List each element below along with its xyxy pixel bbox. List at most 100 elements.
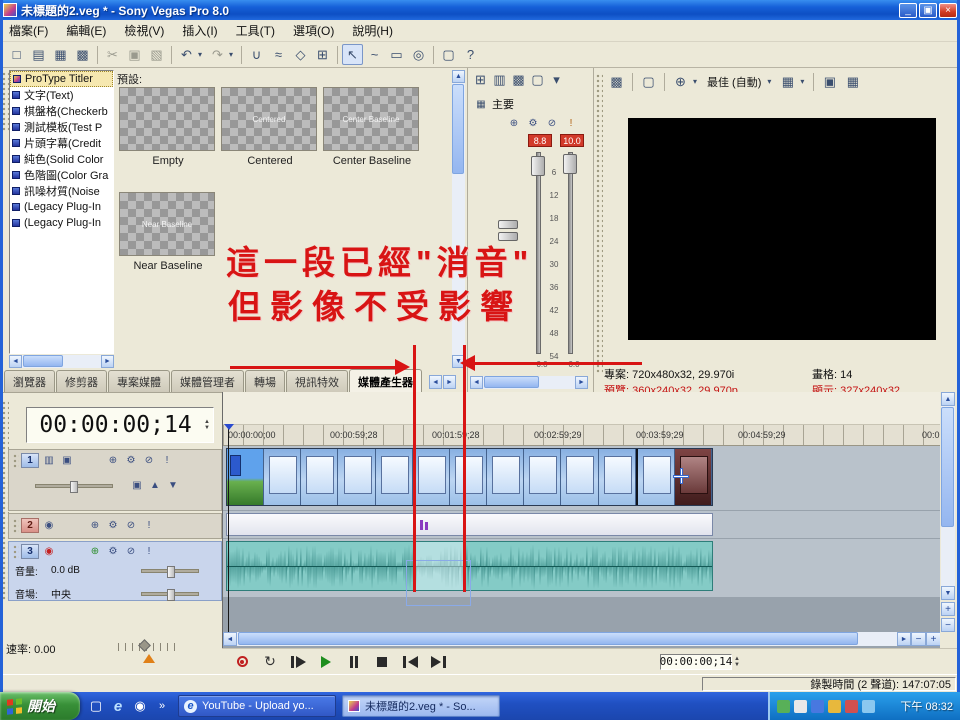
preset-centered[interactable]: Centered Centered xyxy=(221,87,319,167)
timeline-h-scrollbar[interactable]: ◄ ► − + xyxy=(223,632,940,646)
track-mute-icon[interactable]: ⊘ xyxy=(123,518,139,533)
scroll-down-icon[interactable]: ▼ xyxy=(941,586,955,600)
tab-video-fx[interactable]: 視訊特效 xyxy=(286,370,348,392)
tray-update-icon[interactable] xyxy=(828,700,841,713)
list-item-noise-texture[interactable]: 訊噪材質(Noise xyxy=(10,183,113,199)
menu-help[interactable]: 說明(H) xyxy=(343,19,402,42)
slider-handle[interactable] xyxy=(167,589,175,601)
master-mute-icon[interactable]: ⊘ xyxy=(544,116,560,131)
mixer-downmix-icon[interactable]: ▢ xyxy=(529,71,546,88)
scroll-left-icon[interactable]: ◄ xyxy=(223,632,237,646)
master-bus-header[interactable]: ▦ 主要 xyxy=(474,96,514,112)
zoom-in-icon[interactable]: + xyxy=(926,632,940,646)
presets-v-scrollbar[interactable]: ▲ ▼ xyxy=(452,70,465,368)
project-properties-icon[interactable]: ▩ xyxy=(72,44,93,65)
split-screen-dropdown-icon[interactable]: ▾ xyxy=(693,77,701,86)
preset-thumbnail[interactable]: Near Baseline xyxy=(119,192,215,256)
quick-launch-chevron-icon[interactable]: » xyxy=(152,696,172,716)
edit-cursor-head-icon[interactable] xyxy=(224,424,234,430)
track-grip[interactable] xyxy=(13,454,19,468)
new-project-icon[interactable]: □ xyxy=(6,44,27,65)
list-item-credit-roll[interactable]: 片頭字幕(Credit xyxy=(10,135,113,151)
volume-slider[interactable] xyxy=(141,569,199,573)
menu-edit[interactable]: 編輯(E) xyxy=(57,19,115,42)
taskbar-task-vegas[interactable]: 未標題的2.veg * - So... xyxy=(342,695,500,717)
project-video-properties-icon[interactable]: ▩ xyxy=(606,71,627,92)
timeline-area[interactable]: 00:00:00;00 00:00:59;28 00:01:59;28 00:0… xyxy=(222,392,940,648)
track-fx-icon[interactable]: ▣ xyxy=(59,453,75,468)
track-motion-icon[interactable]: ▥ xyxy=(41,453,57,468)
menu-file[interactable]: 檔案(F) xyxy=(0,19,57,42)
scroll-up-icon[interactable]: ▲ xyxy=(452,70,465,83)
envelope-tool-icon[interactable]: ~ xyxy=(364,44,385,65)
list-item-checkerboard[interactable]: 棋盤格(Checkerb xyxy=(10,103,113,119)
tab-media-manager[interactable]: 媒體管理者 xyxy=(171,370,244,392)
list-item-text[interactable]: 文字(Text) xyxy=(10,87,113,103)
go-to-start-button[interactable] xyxy=(398,652,422,671)
preview-on-external-monitor-icon[interactable]: ▢ xyxy=(638,71,659,92)
spin-down-icon[interactable]: ▼ xyxy=(734,662,740,668)
timecode-spinner[interactable]: ▲ ▼ xyxy=(204,419,213,431)
title-bar[interactable]: 未標題的2.veg * - Sony Vegas Pro 8.0 _ ▣ × xyxy=(0,0,960,20)
bus-mini-fader-2[interactable] xyxy=(498,232,518,241)
start-button[interactable]: 開始 xyxy=(0,692,80,720)
scroll-right-icon[interactable]: ► xyxy=(897,632,911,646)
track-solo-icon[interactable]: ! xyxy=(141,518,157,533)
scroll-up-icon[interactable]: ▲ xyxy=(941,392,955,406)
track-header-1[interactable]: 1 ▥ ▣ ⊕ ⚙ ⊘ ! ▣ ▲ ▼ xyxy=(8,449,222,511)
scroll-track[interactable] xyxy=(22,355,101,368)
go-to-end-button[interactable] xyxy=(426,652,450,671)
fader-handle-left[interactable] xyxy=(531,156,545,176)
track-pan-icon[interactable]: ⊕ xyxy=(105,453,121,468)
time-selection-box[interactable] xyxy=(406,560,471,606)
menu-tools[interactable]: 工具(T) xyxy=(227,19,284,42)
timeline-v-scrollbar[interactable]: ▲ ▼ + − xyxy=(941,392,955,648)
video-event-filmstrip[interactable] xyxy=(226,448,713,506)
tab-scroll-right-icon[interactable]: ► xyxy=(443,375,456,389)
mixer-properties-icon[interactable]: ▩ xyxy=(510,71,527,88)
mixer-grip-icon[interactable]: ▾ xyxy=(548,71,565,88)
copy-icon[interactable]: ▣ xyxy=(124,44,145,65)
overlays-grid-icon[interactable]: ▦ xyxy=(777,71,798,92)
selection-tool-icon[interactable]: ▭ xyxy=(386,44,407,65)
transport-timecode-spinner[interactable]: ▲ ▼ xyxy=(734,656,740,668)
stop-button[interactable] xyxy=(370,652,394,671)
split-screen-icon[interactable]: ⊕ xyxy=(670,71,691,92)
play-from-start-button[interactable] xyxy=(286,652,310,671)
track-number[interactable]: 3 xyxy=(21,544,39,559)
video-preview-screen[interactable] xyxy=(628,118,936,340)
track-up-icon[interactable]: ▲ xyxy=(147,478,163,493)
scroll-down-icon[interactable]: ▼ xyxy=(452,355,465,368)
track-grip[interactable] xyxy=(13,519,19,533)
track-solo-icon[interactable]: ! xyxy=(159,453,175,468)
snapping-icon[interactable]: ∪ xyxy=(246,44,267,65)
track-number[interactable]: 1 xyxy=(21,453,39,468)
track-view-icon[interactable]: ▣ xyxy=(129,478,145,493)
track-arm-icon[interactable]: ◉ xyxy=(41,518,57,533)
tray-ime-icon[interactable] xyxy=(862,700,875,713)
track-header-2[interactable]: 2 ◉ ⊕ ⚙ ⊘ ! xyxy=(8,513,222,539)
redo-dropdown-icon[interactable]: ▾ xyxy=(229,50,237,59)
list-item-solid-color[interactable]: 純色(Solid Color xyxy=(10,151,113,167)
track-number[interactable]: 2 xyxy=(21,518,39,533)
scroll-thumb[interactable] xyxy=(452,84,464,174)
track-level-slider[interactable] xyxy=(35,484,113,488)
save-snapshot-icon[interactable]: ▦ xyxy=(842,71,863,92)
spin-down-icon[interactable]: ▼ xyxy=(204,425,210,431)
list-item-legacy-plugin-1[interactable]: (Legacy Plug-In xyxy=(10,199,113,215)
scroll-thumb[interactable] xyxy=(941,407,954,527)
scroll-thumb[interactable] xyxy=(238,632,858,645)
tab-explorer[interactable]: 瀏覽器 xyxy=(4,370,55,392)
list-item-protype-titler[interactable]: ProType Titler xyxy=(10,71,113,87)
preset-center-baseline[interactable]: Center Baseline Center Baseline xyxy=(323,87,421,167)
scroll-thumb[interactable] xyxy=(23,355,63,367)
tab-scroll-left-icon[interactable]: ◄ xyxy=(429,375,442,389)
track-gear-icon[interactable]: ⚙ xyxy=(123,453,139,468)
scroll-track[interactable] xyxy=(237,632,897,646)
minimize-button[interactable]: _ xyxy=(899,3,917,18)
whats-this-help-icon[interactable]: ? xyxy=(460,44,481,65)
master-pan-icon[interactable]: ⊕ xyxy=(506,116,522,131)
track-mute-icon[interactable]: ⊘ xyxy=(141,453,157,468)
play-button[interactable] xyxy=(314,652,338,671)
loop-playback-button[interactable]: ↻ xyxy=(258,652,282,671)
